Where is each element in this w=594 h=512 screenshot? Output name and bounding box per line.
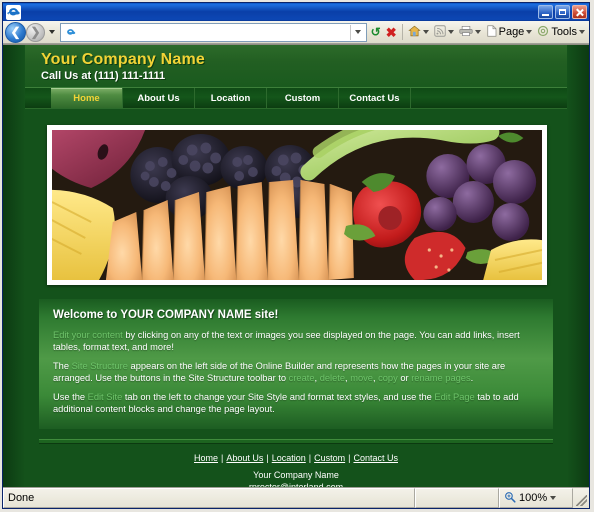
recent-pages-dropdown-icon[interactable] (49, 30, 55, 34)
window-close-button[interactable] (572, 5, 587, 19)
page-menu-label: Page (498, 26, 525, 38)
create-link[interactable]: create (289, 373, 315, 383)
page-menu-button[interactable]: Page (484, 22, 535, 42)
footer-links: Home | About Us | Location | Custom | Contact Us (39, 444, 553, 470)
browser-toolbar: ❮ ❯ ↺ ✖ Page Tools (3, 21, 589, 44)
address-ie-icon (63, 25, 77, 39)
paragraph-1: Edit your content by clicking on any of … (53, 330, 539, 353)
edit-site-link[interactable]: Edit Site (88, 392, 123, 402)
nav-item-contact-us[interactable]: Contact Us (339, 88, 411, 108)
site-structure-link[interactable]: Site Structure (72, 361, 128, 371)
page-dropdown-icon[interactable] (526, 30, 533, 34)
footer-sep-3: | (308, 453, 312, 463)
back-arrow-icon: ❮ (10, 25, 21, 39)
footer-link-home[interactable]: Home (194, 453, 218, 463)
status-text: Done (3, 488, 415, 508)
site-footer: Home | About Us | Location | Custom | Contact Us… (25, 439, 567, 487)
zoom-control[interactable]: 100% (499, 488, 573, 508)
paragraph-3-pre: Use the (53, 392, 88, 402)
footer-link-contact-us[interactable]: Contact Us (353, 453, 398, 463)
print-button[interactable] (457, 22, 483, 42)
gear-icon (537, 25, 549, 40)
site-container: Your Company Name Call Us at (111) 111-1… (25, 45, 567, 487)
content-block: Welcome to YOUR COMPANY NAME site! Edit … (39, 299, 553, 429)
tools-dropdown-icon[interactable] (579, 30, 585, 34)
security-zone-text (415, 488, 499, 508)
page-document-icon (486, 24, 497, 40)
main-navigation: Home About Us Location Custom Contact Us (25, 87, 567, 109)
screenshot-root: ❮ ❯ ↺ ✖ Page Tools Your Company Name Cal… (0, 0, 594, 512)
paragraph-3: Use the Edit Site tab on the left to cha… (53, 392, 539, 415)
tools-menu-label: Tools (551, 26, 577, 38)
rss-feed-icon (433, 24, 446, 40)
paragraph-3-mid: tab on the left to change your Site Styl… (122, 392, 435, 402)
nav-item-about-us[interactable]: About Us (123, 88, 195, 108)
address-dropdown-button[interactable] (349, 24, 366, 40)
page-viewport: Your Company Name Call Us at (111) 111-1… (3, 44, 589, 487)
home-icon (407, 25, 421, 39)
nav-filler (411, 88, 567, 108)
zoom-level-label: 100% (519, 492, 548, 504)
fruit-platter-photo (52, 130, 542, 280)
home-button[interactable] (406, 22, 431, 42)
back-button[interactable]: ❮ (5, 21, 26, 43)
edit-your-content-link[interactable]: Edit your content (53, 330, 123, 340)
window-minimize-button[interactable] (538, 5, 553, 19)
move-link[interactable]: move (350, 373, 373, 383)
rename-pages-link[interactable]: rename pages (411, 373, 470, 383)
paragraph-2-pre: The (53, 361, 72, 371)
footer-link-custom[interactable]: Custom (314, 453, 345, 463)
paragraph-2-or: or (397, 372, 412, 383)
feeds-button[interactable] (432, 22, 456, 42)
footer-link-about-us[interactable]: About Us (226, 453, 263, 463)
paragraph-1-text: by clicking on any of the text or images… (53, 330, 520, 352)
footer-sep-2: | (266, 453, 269, 463)
forward-button[interactable]: ❯ (26, 22, 45, 42)
paragraph-2-end: . (470, 372, 474, 383)
address-bar[interactable] (60, 22, 367, 42)
welcome-heading: Welcome to YOUR COMPANY NAME site! (53, 309, 279, 321)
feeds-dropdown-icon[interactable] (447, 30, 454, 34)
nav-item-custom[interactable]: Custom (267, 88, 339, 108)
footer-link-location[interactable]: Location (272, 453, 306, 463)
refresh-icon: ↺ (370, 25, 381, 39)
stop-button[interactable]: ✖ (384, 22, 399, 42)
paragraph-2: The Site Structure appears on the left s… (53, 361, 539, 384)
footer-address-line-2: rproctor@interland.com (248, 481, 344, 488)
browser-window: ❮ ❯ ↺ ✖ Page Tools Your Company Name Cal… (2, 2, 590, 509)
tools-menu-button[interactable]: Tools (535, 22, 587, 42)
zoom-dropdown-icon[interactable] (550, 496, 557, 500)
delete-link[interactable]: delete (320, 373, 345, 383)
hero-image-frame (47, 125, 547, 285)
printer-icon (459, 25, 473, 40)
window-controls (538, 5, 587, 19)
window-maximize-button[interactable] (555, 5, 570, 19)
status-bar: Done 100% (3, 487, 589, 508)
ie-logo-icon (6, 4, 21, 20)
home-dropdown-icon[interactable] (422, 30, 429, 34)
edit-page-link[interactable]: Edit Page (434, 392, 474, 402)
toolbar-separator (401, 24, 403, 40)
resize-grip[interactable] (573, 488, 589, 508)
site-header: Your Company Name Call Us at (111) 111-1… (25, 45, 567, 87)
company-phone-text: Call Us at (111) 111-1111 (41, 70, 166, 82)
copy-link[interactable]: copy (378, 373, 398, 383)
nav-item-location[interactable]: Location (195, 88, 267, 108)
magnifier-plus-icon (504, 491, 516, 506)
footer-address-block: Your Company Name rproctor@interland.com… (39, 470, 553, 487)
company-name-heading: Your Company Name (41, 51, 206, 68)
hero-image-zone (25, 109, 567, 299)
refresh-button[interactable]: ↺ (369, 22, 383, 42)
window-titlebar (3, 3, 589, 21)
print-dropdown-icon[interactable] (474, 30, 481, 34)
nav-item-home[interactable]: Home (51, 88, 123, 108)
web-page: Your Company Name Call Us at (111) 111-1… (3, 45, 589, 487)
footer-address-line-1: Your Company Name (253, 470, 339, 480)
close-x-icon: ✖ (385, 24, 397, 40)
forward-arrow-icon: ❯ (30, 25, 41, 39)
